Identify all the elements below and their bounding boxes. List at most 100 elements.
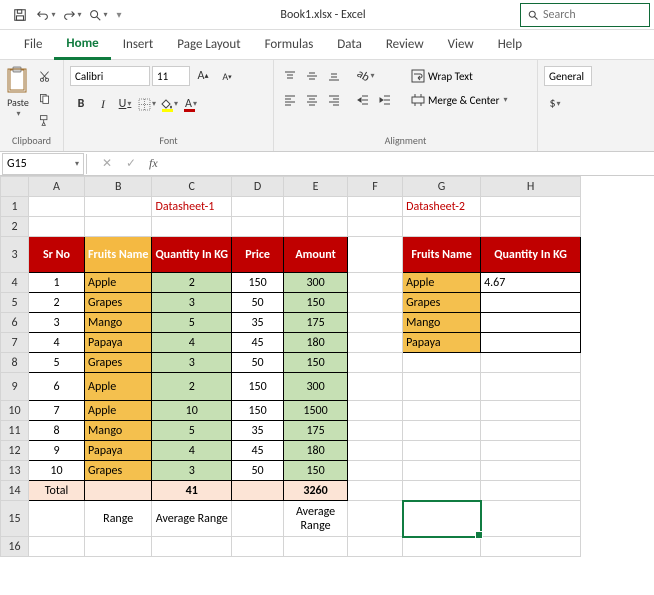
cell[interactable]: Datasheet-1 <box>152 197 232 217</box>
cell[interactable] <box>481 197 581 217</box>
cell[interactable] <box>403 441 481 461</box>
select-all-corner[interactable] <box>1 177 29 197</box>
decrease-indent-icon[interactable] <box>352 90 374 110</box>
cell[interactable] <box>481 461 581 481</box>
tab-pagelayout[interactable]: Page Layout <box>165 30 252 60</box>
cell[interactable] <box>348 273 403 293</box>
cell[interactable] <box>29 217 85 237</box>
cell[interactable] <box>403 401 481 421</box>
row-header[interactable]: 9 <box>1 373 29 401</box>
row-header[interactable]: 4 <box>1 273 29 293</box>
cell[interactable]: 6 <box>29 373 85 401</box>
cell[interactable] <box>481 333 581 353</box>
cell[interactable]: 4 <box>152 441 232 461</box>
italic-button[interactable]: I <box>92 94 114 114</box>
cell[interactable] <box>29 197 85 217</box>
cell[interactable]: 41 <box>152 481 232 501</box>
tab-view[interactable]: View <box>436 30 486 60</box>
increase-indent-icon[interactable] <box>374 90 396 110</box>
font-color-button[interactable]: A▾ <box>180 94 202 114</box>
cell[interactable]: 1 <box>29 273 85 293</box>
tab-formulas[interactable]: Formulas <box>253 30 326 60</box>
cell[interactable] <box>348 501 403 537</box>
tab-help[interactable]: Help <box>486 30 534 60</box>
cell[interactable] <box>348 217 403 237</box>
cell[interactable]: 9 <box>29 441 85 461</box>
cell[interactable] <box>348 313 403 333</box>
cell[interactable]: 150 <box>232 401 284 421</box>
cell[interactable] <box>284 197 348 217</box>
cell[interactable] <box>481 481 581 501</box>
cell[interactable]: 300 <box>284 373 348 401</box>
cell[interactable] <box>403 421 481 441</box>
cell[interactable] <box>348 237 403 273</box>
cell[interactable] <box>232 217 284 237</box>
cut-icon[interactable] <box>34 66 54 86</box>
row-header[interactable]: 16 <box>1 537 29 557</box>
cell[interactable]: Total <box>29 481 85 501</box>
col-header[interactable]: D <box>232 177 284 197</box>
cell[interactable]: 5 <box>152 421 232 441</box>
cell[interactable]: Fruits Name <box>403 237 481 273</box>
underline-button[interactable]: U▾ <box>114 94 136 114</box>
cell[interactable]: Fruits Name <box>85 237 152 273</box>
row-header[interactable]: 14 <box>1 481 29 501</box>
cell[interactable]: Quantity In KG <box>152 237 232 273</box>
row-header[interactable]: 8 <box>1 353 29 373</box>
cell[interactable]: 3 <box>29 313 85 333</box>
row-header[interactable]: 1 <box>1 197 29 217</box>
spreadsheet-grid[interactable]: A B C D E F G H 1Datasheet-1Datasheet-22… <box>0 176 581 557</box>
cell[interactable]: Grapes <box>403 293 481 313</box>
cell[interactable]: Apple <box>85 373 152 401</box>
cell[interactable]: 5 <box>29 353 85 373</box>
currency-button[interactable]: $▾ <box>544 94 566 114</box>
row-header[interactable]: 13 <box>1 461 29 481</box>
cell[interactable] <box>403 373 481 401</box>
cell[interactable]: 50 <box>232 461 284 481</box>
cell[interactable]: Datasheet-2 <box>403 197 481 217</box>
tab-data[interactable]: Data <box>325 30 374 60</box>
cell[interactable]: 45 <box>232 333 284 353</box>
row-header[interactable]: 15 <box>1 501 29 537</box>
cell[interactable]: 3 <box>152 461 232 481</box>
row-header[interactable]: 3 <box>1 237 29 273</box>
cell[interactable] <box>232 501 284 537</box>
cell[interactable]: 3 <box>152 293 232 313</box>
row-header[interactable]: 2 <box>1 217 29 237</box>
cell[interactable]: Average Range <box>152 501 232 537</box>
cell[interactable] <box>284 217 348 237</box>
cell[interactable]: 10 <box>29 461 85 481</box>
tab-review[interactable]: Review <box>374 30 436 60</box>
col-header[interactable]: B <box>85 177 152 197</box>
cell[interactable]: Mango <box>403 313 481 333</box>
tab-home[interactable]: Home <box>54 30 110 60</box>
cell[interactable] <box>348 333 403 353</box>
tab-insert[interactable]: Insert <box>111 30 166 60</box>
cell[interactable] <box>481 421 581 441</box>
paste-icon[interactable] <box>6 66 30 96</box>
copy-icon[interactable] <box>34 88 54 108</box>
cell[interactable]: Range <box>85 501 152 537</box>
cell[interactable] <box>403 217 481 237</box>
cell[interactable] <box>348 401 403 421</box>
cell[interactable] <box>348 353 403 373</box>
row-header[interactable]: 11 <box>1 421 29 441</box>
cell[interactable] <box>403 461 481 481</box>
cell[interactable]: 150 <box>284 461 348 481</box>
cell[interactable]: Grapes <box>85 293 152 313</box>
cell[interactable]: Papaya <box>403 333 481 353</box>
cell[interactable]: Average Range <box>284 501 348 537</box>
align-middle-icon[interactable] <box>302 66 322 86</box>
cell[interactable]: 35 <box>232 421 284 441</box>
align-bottom-icon[interactable] <box>324 66 344 86</box>
cell[interactable] <box>481 441 581 461</box>
cell[interactable]: 5 <box>152 313 232 333</box>
cell[interactable]: 35 <box>232 313 284 333</box>
col-header[interactable]: G <box>403 177 481 197</box>
cell[interactable] <box>232 537 284 557</box>
cell[interactable] <box>348 421 403 441</box>
col-header[interactable]: A <box>29 177 85 197</box>
tab-file[interactable]: File <box>12 30 54 60</box>
decrease-font-icon[interactable]: A▾ <box>216 66 238 86</box>
cell[interactable] <box>481 401 581 421</box>
